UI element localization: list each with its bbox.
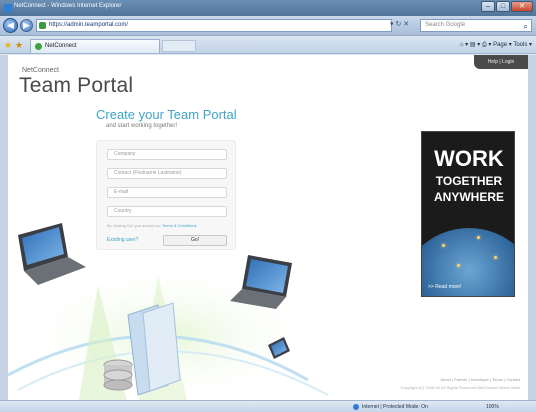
footer-copyright: Copyright (C) 2008-09 All Rights Reserve… (400, 385, 520, 390)
tab-favicon-icon (35, 43, 42, 50)
add-favorites-icon[interactable]: ★ (15, 40, 23, 51)
database-icon (103, 359, 133, 391)
company-field[interactable]: Company (107, 149, 227, 160)
city-light (457, 264, 460, 267)
window-title: NetConnect - Windows Internet Explorer (14, 3, 122, 9)
window-controls: – □ ✕ (481, 1, 533, 12)
city-light (477, 236, 480, 239)
city-light (442, 244, 445, 247)
ad-line-2: TOGETHER (435, 174, 503, 188)
search-placeholder: Search Google (425, 22, 466, 28)
home-icon[interactable]: ⌂ ▾ (460, 42, 468, 48)
favorites-star-icon[interactable]: ★ (4, 40, 12, 51)
read-more-link[interactable]: >> Read more! (428, 284, 461, 290)
search-input[interactable]: Search Google ⌕ (420, 19, 532, 32)
command-labels[interactable]: Page ▾ Tools ▾ (493, 42, 532, 48)
ad-line-3: ANYWHERE (433, 190, 504, 204)
navigation-bar: ◀ ▶ https://admin.teamportal.com/ ▾ ↻ ✕ … (0, 16, 536, 36)
email-field[interactable]: E-mail (107, 187, 227, 198)
window-titlebar: NetConnect - Windows Internet Explorer –… (0, 0, 536, 16)
site-favicon-icon (39, 22, 46, 29)
window-frame-left (0, 55, 8, 400)
ie-favicon-icon (4, 4, 12, 12)
footer-links[interactable]: About | Partner | Developer | Terms | Co… (441, 377, 520, 382)
security-zone[interactable]: Internet | Protected Mode: On (353, 404, 428, 410)
brand-logo[interactable]: Team Portal (19, 74, 133, 98)
status-bar: Internet | Protected Mode: On 100% (0, 400, 536, 412)
tab-label: NetConnect (45, 43, 77, 49)
help-login-links[interactable]: Help | Login (474, 55, 528, 69)
contact-field[interactable]: Contact (Firstname Lastname) (107, 168, 227, 179)
back-button[interactable]: ◀ (3, 18, 18, 33)
ad-banner[interactable]: WORK TOGETHER ANYWHERE >> Read more! (421, 131, 515, 297)
ad-line-1: WORK (434, 146, 504, 171)
address-actions[interactable]: ▾ ↻ ✕ (390, 20, 409, 28)
print-icon[interactable]: ⎙ ▾ (482, 42, 491, 48)
feeds-icon[interactable]: ▤ ▾ (470, 42, 480, 48)
page-content: Help | Login NetConnect Team Portal Crea… (8, 55, 528, 400)
laptop-icon (18, 223, 86, 285)
new-tab-button[interactable] (162, 40, 196, 52)
command-bar[interactable]: ⌂ ▾ ▤ ▾ ⎙ ▾ Page ▾ Tools ▾ (460, 41, 532, 49)
brand-subtitle: NetConnect (22, 67, 59, 74)
city-light (494, 256, 497, 259)
minimize-button[interactable]: – (481, 1, 495, 12)
page-title: Create your Team Portal (96, 107, 237, 122)
search-icon[interactable]: ⌕ (524, 21, 528, 32)
zoom-level[interactable]: 100% (486, 404, 499, 410)
window-frame-right (528, 55, 536, 400)
address-bar[interactable]: https://admin.teamportal.com/ (36, 19, 392, 32)
tab-netconnect[interactable]: NetConnect (30, 39, 160, 53)
maximize-button[interactable]: □ (496, 1, 510, 12)
forward-button[interactable]: ▶ (20, 19, 33, 32)
address-url: https://admin.teamportal.com/ (49, 22, 129, 28)
tab-bar: ★ ★ NetConnect ⌂ ▾ ▤ ▾ ⎙ ▾ Page ▾ Tools … (0, 37, 536, 54)
folder-icon (127, 302, 181, 396)
page-subtitle: and start working together! (106, 123, 178, 129)
connectivity-illustration (8, 223, 329, 400)
close-button[interactable]: ✕ (511, 1, 533, 12)
